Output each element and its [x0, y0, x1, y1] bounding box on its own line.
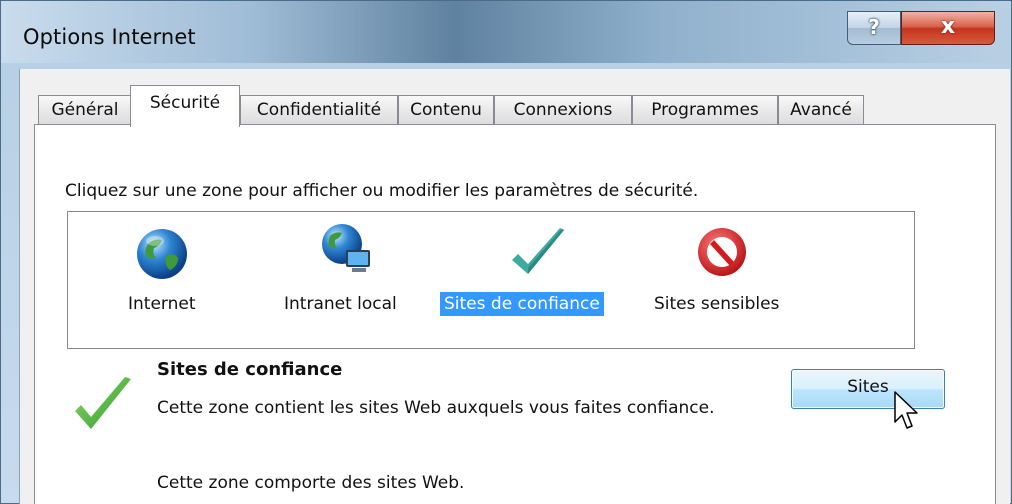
zone-sites-de-confiance-label: Sites de confiance	[440, 292, 604, 316]
close-icon: x	[940, 14, 956, 39]
mouse-cursor-icon	[894, 391, 918, 429]
close-button[interactable]: x	[901, 11, 995, 45]
title-bar[interactable]: Options Internet ? x	[1, 1, 1011, 63]
globe-computer-icon	[322, 224, 370, 272]
selected-zone-sites-info: Cette zone comporte des sites Web.	[157, 473, 465, 493]
tab-avance[interactable]: Avancé	[778, 95, 864, 125]
help-icon: ?	[868, 15, 880, 39]
tab-contenu[interactable]: Contenu	[398, 95, 494, 125]
help-button[interactable]: ?	[847, 11, 901, 45]
zone-sites-sensibles-label: Sites sensibles	[654, 294, 780, 314]
zone-instructions: Cliquez sur une zone pour afficher ou mo…	[65, 181, 699, 201]
window-title: Options Internet	[23, 25, 196, 49]
tab-general[interactable]: Général	[38, 95, 132, 125]
prohibited-icon	[698, 228, 746, 276]
zone-intranet-local-label: Intranet local	[284, 294, 397, 314]
checkmark-icon	[512, 228, 564, 274]
tab-securite[interactable]: Sécurité	[130, 85, 240, 127]
zone-internet-label: Internet	[128, 294, 196, 314]
globe-icon	[137, 229, 187, 279]
tab-connexions[interactable]: Connexions	[494, 95, 632, 125]
tab-programmes[interactable]: Programmes	[632, 95, 778, 125]
selected-zone-title: Sites de confiance	[157, 359, 343, 380]
selected-zone-description: Cette zone contient les sites Web auxque…	[157, 398, 715, 418]
zone-list: Internet Intranet local Sites de confian…	[67, 211, 915, 349]
checkmark-icon	[75, 377, 131, 429]
tab-confidentialite[interactable]: Confidentialité	[240, 95, 398, 125]
internet-options-window: Options Internet ? x Général Sécurité Co…	[0, 0, 1012, 504]
